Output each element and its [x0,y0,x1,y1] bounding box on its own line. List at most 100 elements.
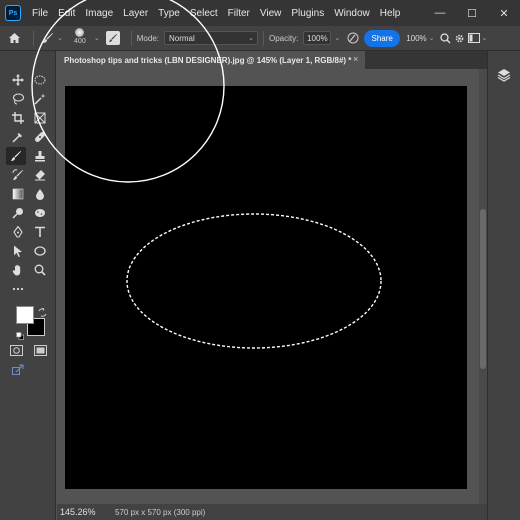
menu-bar: Ps File Edit Image Layer Type Select Fil… [0,0,520,26]
blur-tool[interactable] [30,185,50,203]
menu-view[interactable]: View [255,8,287,19]
swap-arrows-icon [38,307,47,317]
share-button[interactable]: Share [364,29,401,47]
gradient-icon [12,188,24,200]
sponge-tool[interactable] [30,204,50,222]
menu-edit[interactable]: Edit [53,8,80,19]
bandage-icon [35,132,45,142]
brush-tool[interactable] [6,147,26,165]
home-button[interactable] [0,32,28,44]
separator [262,30,264,46]
move-icon [12,74,24,86]
minimize-button[interactable]: — [424,0,456,26]
layers-panel-button[interactable] [494,65,514,85]
crop-tool[interactable] [8,109,28,127]
brush-tool-preset[interactable] [39,32,57,44]
default-colors-button[interactable] [16,327,24,340]
restore-button[interactable]: ☐ [456,0,488,26]
search-button[interactable] [439,32,453,44]
more-icon [12,287,24,291]
document-tab-title: Photoshop tips and tricks (LBN DESIGNER)… [64,55,352,65]
pressure-opacity-button[interactable] [346,32,360,44]
menu-layer[interactable]: Layer [118,8,153,19]
default-colors-icon [16,332,24,340]
flow-value[interactable]: 100% [406,34,426,43]
brush-settings-button[interactable] [105,31,120,45]
workspace-button[interactable] [467,33,481,43]
swap-colors-button[interactable] [38,304,47,317]
zoom-icon [34,264,46,276]
brush-icon [11,151,21,161]
gear-icon [455,34,464,42]
eraser-tool[interactable] [30,166,50,184]
edit-toolbar-button[interactable] [8,280,28,298]
close-window-button[interactable]: ✕ [488,0,520,26]
quick-mask-icon [9,344,23,356]
eyedropper-tool[interactable] [8,128,28,146]
history-brush-tool[interactable] [8,166,28,184]
foreground-color-swatch[interactable] [16,306,34,324]
eyedropper-icon [12,133,22,143]
chevron-down-icon: ⌄ [248,35,254,42]
menu-plugins[interactable]: Plugins [286,8,329,19]
pen-pressure-icon [347,32,359,44]
menu-select[interactable]: Select [185,8,223,19]
lasso-tool[interactable] [8,90,28,108]
elliptical-marquee-icon [34,75,46,85]
separator [130,30,132,46]
mode-select[interactable]: Normal ⌄ [163,31,258,45]
brush-icon [43,33,53,43]
move-tool[interactable] [8,71,28,89]
home-icon [8,33,20,43]
dodge-tool[interactable] [8,204,28,222]
brush-size-value: 400 [74,38,86,45]
frame-tool[interactable] [30,109,50,127]
brush-size-chevron-icon[interactable]: ⌄ [94,34,100,42]
stamp-icon [35,151,45,162]
lasso-icon [12,93,24,105]
screen-mode-button[interactable] [30,341,50,359]
close-tab-icon[interactable]: × [353,54,358,64]
clone-stamp-tool[interactable] [30,147,50,165]
path-selection-tool[interactable] [8,242,28,260]
settings-button[interactable] [453,33,467,44]
gradient-tool[interactable] [8,185,28,203]
menu-image[interactable]: Image [80,8,118,19]
magic-wand-tool[interactable] [30,90,50,108]
zoom-level[interactable]: 145.26% [57,507,101,517]
opacity-input[interactable]: 100% [303,31,332,45]
shape-tool[interactable] [30,242,50,260]
quick-mask-button[interactable] [6,341,26,359]
brush-panel-icon [108,34,117,42]
arrow-pointer-icon [14,245,22,257]
hand-tool[interactable] [8,261,28,279]
photoshop-logo: Ps [5,5,21,21]
vertical-scrollbar[interactable] [479,69,487,504]
marquee-tool[interactable] [30,71,50,89]
generative-expand-button[interactable] [8,361,28,379]
flow-chevron-icon[interactable]: ⌄ [429,34,435,42]
vertical-scroll-thumb[interactable] [480,209,486,369]
document-tab[interactable]: Photoshop tips and tricks (LBN DESIGNER)… [57,51,365,69]
search-icon [440,32,451,43]
opacity-chevron-icon[interactable]: ⌄ [334,34,340,42]
pen-tool[interactable] [8,223,28,241]
menu-filter[interactable]: Filter [223,8,255,19]
layers-icon [497,69,511,82]
type-tool[interactable] [30,223,50,241]
menu-type[interactable]: Type [153,8,185,19]
document-canvas[interactable] [65,86,467,489]
magic-wand-icon [34,93,46,105]
zoom-tool[interactable] [30,261,50,279]
brush-preset-chevron-icon[interactable]: ⌄ [57,34,63,42]
workspace-chevron-icon[interactable]: ⌄ [482,34,488,42]
pen-icon [13,226,23,238]
menu-help[interactable]: Help [375,8,406,19]
brush-size-picker[interactable]: 400 [69,27,91,49]
healing-brush-tool[interactable] [30,128,50,146]
menu-window[interactable]: Window [329,8,375,19]
brush-tip-icon [75,28,85,37]
mode-label: Mode: [136,33,159,43]
menu-file[interactable]: File [27,8,53,19]
dodge-icon [12,208,23,219]
